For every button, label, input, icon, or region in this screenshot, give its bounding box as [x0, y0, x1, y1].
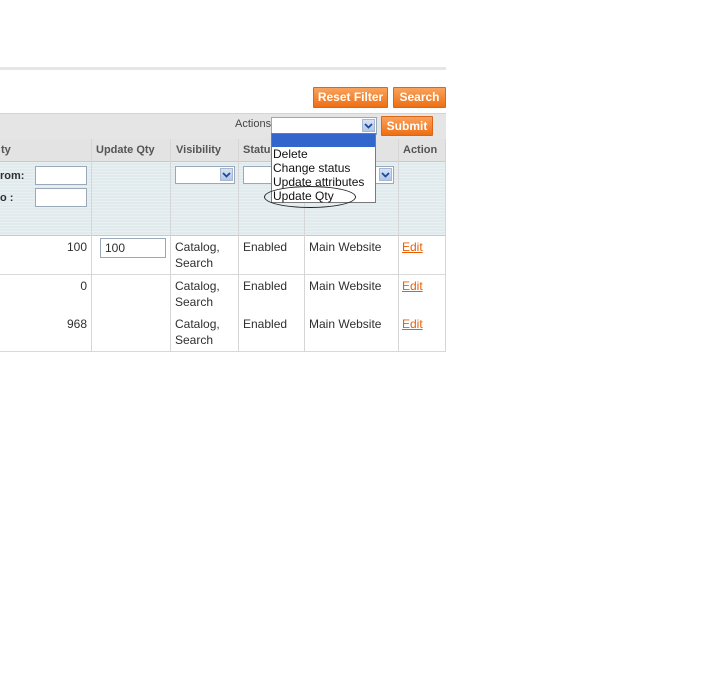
qty-cell: 100: [66, 240, 87, 254]
highlight-ellipse: [264, 186, 356, 208]
qty-from-input[interactable]: [35, 166, 87, 185]
visibility-line: Search: [175, 256, 214, 270]
dropdown-option-delete[interactable]: Delete: [273, 147, 308, 161]
chevron-down-icon[interactable]: [379, 168, 392, 181]
qty-cell: 0: [80, 279, 87, 293]
visibility-line: Search: [175, 333, 214, 347]
column-header-qty[interactable]: ty: [1, 139, 11, 161]
status-cell: Enabled: [243, 279, 288, 293]
qty-to-label: o :: [0, 192, 14, 204]
visibility-cell: Catalog, Search: [175, 316, 220, 348]
website-cell: Main Website: [309, 279, 382, 293]
massaction-bar: [0, 113, 446, 140]
qty-cell: 968: [66, 317, 87, 331]
edit-link[interactable]: Edit: [402, 278, 423, 294]
qty-to-input[interactable]: [35, 188, 87, 207]
dropdown-option-empty[interactable]: [272, 134, 375, 147]
column-header-visibility[interactable]: Visibility: [176, 139, 221, 161]
status-cell: Enabled: [243, 317, 288, 331]
reset-filter-button[interactable]: Reset Filter: [313, 87, 388, 108]
edit-link[interactable]: Edit: [402, 239, 423, 255]
visibility-line: Catalog,: [175, 240, 220, 254]
website-cell: Main Website: [309, 317, 382, 331]
column-divider: [445, 139, 446, 352]
grid-header-row: [0, 139, 446, 162]
visibility-cell: Catalog, Search: [175, 239, 220, 271]
visibility-filter-select[interactable]: [175, 166, 235, 184]
grid-top-divider: [0, 67, 446, 70]
column-divider: [398, 139, 399, 352]
dropdown-option-change-status[interactable]: Change status: [273, 161, 350, 175]
status-cell: Enabled: [243, 240, 288, 254]
visibility-cell: Catalog, Search: [175, 278, 220, 310]
column-divider: [170, 139, 171, 352]
update-qty-input[interactable]: 100: [100, 238, 166, 258]
chevron-down-icon[interactable]: [220, 168, 233, 181]
column-divider: [91, 139, 92, 352]
edit-link[interactable]: Edit: [402, 316, 423, 332]
visibility-line: Catalog,: [175, 279, 220, 293]
visibility-line: Catalog,: [175, 317, 220, 331]
actions-label: Actions: [235, 118, 272, 130]
column-divider: [238, 139, 239, 352]
search-button[interactable]: Search: [393, 87, 446, 108]
column-header-status[interactable]: Statu: [243, 139, 271, 161]
column-header-action: Action: [403, 144, 438, 156]
submit-button[interactable]: Submit: [381, 116, 433, 136]
website-cell: Main Website: [309, 240, 382, 254]
chevron-down-icon[interactable]: [362, 119, 375, 132]
visibility-line: Search: [175, 295, 214, 309]
qty-from-label: rom:: [0, 170, 25, 182]
column-header-update-qty: Update Qty: [96, 144, 155, 156]
